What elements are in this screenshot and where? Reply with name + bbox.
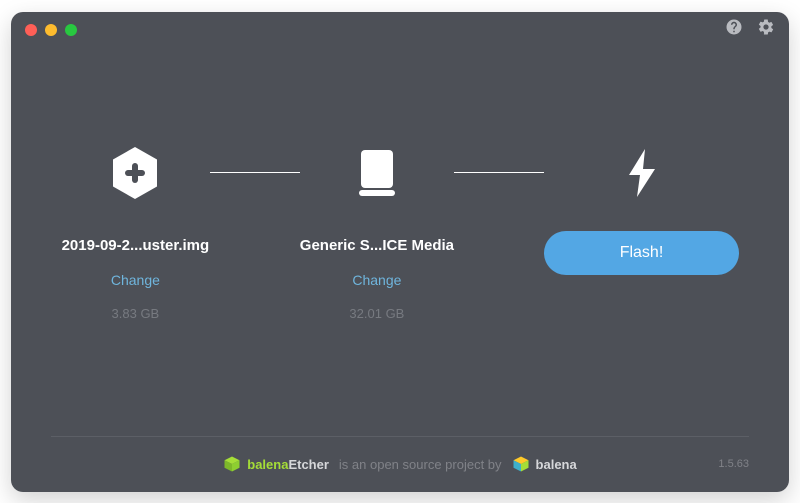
brand-secondary-name: balena xyxy=(536,457,577,472)
connector-line xyxy=(210,143,300,203)
change-image-link[interactable]: Change xyxy=(111,272,160,288)
app-window: 2019-09-2...uster.img Change 3.83 GB Gen… xyxy=(11,12,789,492)
close-window-button[interactable] xyxy=(25,24,37,36)
brand-etcher[interactable]: balenaEtcher xyxy=(223,455,329,473)
version-label: 1.5.63 xyxy=(718,458,749,470)
settings-icon[interactable] xyxy=(757,18,775,41)
window-controls xyxy=(25,24,77,36)
drive-icon xyxy=(357,143,397,203)
step-select-drive: Generic S...ICE Media Change 32.01 GB xyxy=(300,143,454,321)
main-content: 2019-09-2...uster.img Change 3.83 GB Gen… xyxy=(11,48,789,436)
flash-button[interactable]: Flash! xyxy=(544,231,739,275)
image-size: 3.83 GB xyxy=(112,306,160,321)
drive-size: 32.01 GB xyxy=(349,306,404,321)
cube-icon xyxy=(223,455,241,473)
footer: balenaEtcher is an open source project b… xyxy=(51,436,749,492)
image-filename: 2019-09-2...uster.img xyxy=(62,237,210,254)
change-drive-link[interactable]: Change xyxy=(352,272,401,288)
flash-icon xyxy=(627,143,657,203)
titlebar xyxy=(11,12,789,48)
connector-line xyxy=(454,143,544,203)
step-flash: Flash! xyxy=(544,143,739,275)
drive-name: Generic S...ICE Media xyxy=(300,237,454,254)
steps-row: 2019-09-2...uster.img Change 3.83 GB Gen… xyxy=(61,143,739,321)
minimize-window-button[interactable] xyxy=(45,24,57,36)
help-icon[interactable] xyxy=(725,18,743,41)
footer-tagline: is an open source project by xyxy=(339,457,502,472)
step-select-image: 2019-09-2...uster.img Change 3.83 GB xyxy=(61,143,210,321)
footer-attribution: balenaEtcher is an open source project b… xyxy=(223,455,576,473)
plus-hexagon-icon xyxy=(111,143,159,203)
maximize-window-button[interactable] xyxy=(65,24,77,36)
brand-name-b: Etcher xyxy=(288,457,328,472)
brand-balena[interactable]: balena xyxy=(512,455,577,473)
brand-name-a: balena xyxy=(247,457,288,472)
cube-icon xyxy=(512,455,530,473)
